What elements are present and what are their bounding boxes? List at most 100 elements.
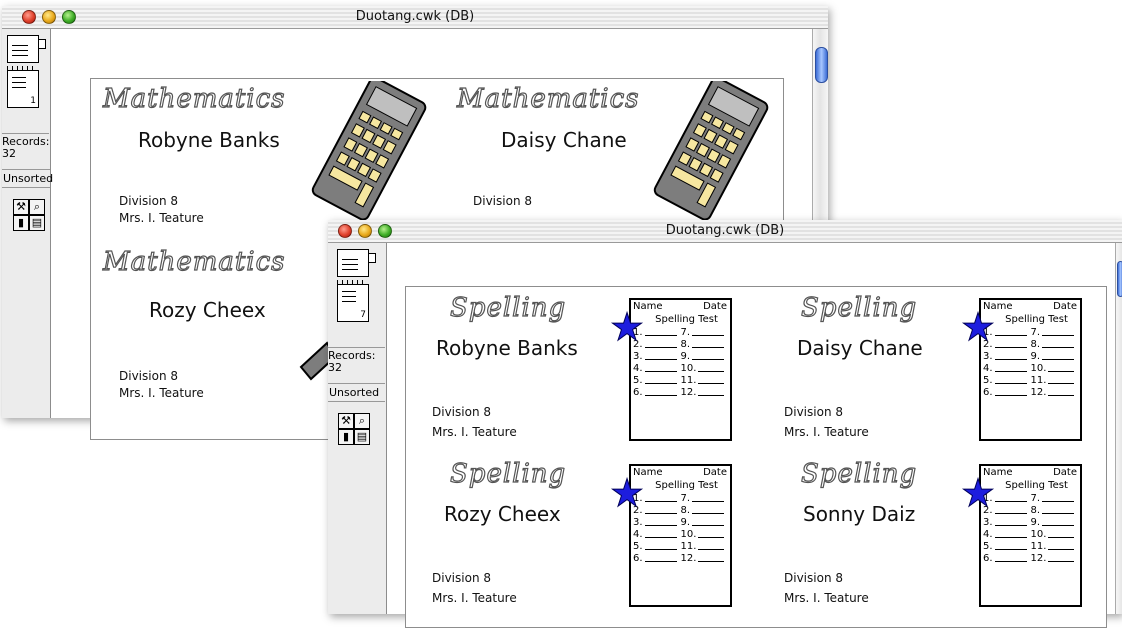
card-number: 9.	[1030, 517, 1041, 528]
vertical-scrollbar[interactable]	[1115, 243, 1122, 614]
star-icon: ★	[960, 473, 996, 515]
card-number: 5.	[633, 541, 643, 552]
card-number: 8.	[680, 505, 691, 516]
subject-title: Mathematics	[456, 83, 640, 114]
card-title: Spelling Test	[1005, 480, 1068, 491]
card-number: 12.	[1030, 553, 1047, 564]
tool-palette: ⚒ ⌕ ▮ ▤	[338, 413, 370, 445]
pages-icon[interactable]: ▤	[354, 429, 370, 445]
division-label: Division 8	[432, 571, 491, 585]
card-number: 9.	[680, 517, 691, 528]
card-number: 10.	[1030, 363, 1047, 374]
card-date-label: Date	[703, 467, 727, 478]
record-number: 7	[360, 310, 366, 320]
sort-status: Unsorted	[328, 383, 385, 402]
card-number: 4.	[983, 363, 993, 374]
card-title: Spelling Test	[655, 314, 718, 325]
records-count: Records: 32	[2, 133, 49, 160]
magnifier-icon[interactable]: ⌕	[29, 199, 45, 215]
student-name: Daisy Chane	[501, 128, 627, 152]
subject-title: Mathematics	[102, 246, 286, 277]
card-date-label: Date	[1053, 301, 1077, 312]
student-name: Robyne Banks	[436, 336, 578, 360]
teacher-label: Mrs. I. Teature	[432, 591, 517, 605]
card-title: Spelling Test	[1005, 314, 1068, 325]
card-number: 12.	[680, 387, 697, 398]
card-number: 5.	[633, 375, 643, 386]
teacher-label: Mrs. I. Teature	[119, 211, 204, 225]
scroll-thumb[interactable]	[1117, 261, 1122, 297]
tool-palette: ⚒ ⌕ ▮ ▤	[13, 199, 45, 231]
subject-title: Spelling	[449, 458, 567, 489]
student-name: Daisy Chane	[797, 336, 923, 360]
records-value: 32	[328, 361, 342, 374]
card-number: 11.	[680, 375, 697, 386]
student-name: Rozy Cheex	[149, 298, 266, 322]
card-number: 3.	[983, 517, 993, 528]
card-number: 5.	[983, 541, 993, 552]
layout-tool-icon[interactable]: ⚒	[338, 413, 354, 429]
spelling-test-card: Name Date Spelling Test 1. 7. 2. 8. 3. 9. 4.…	[629, 298, 732, 441]
teacher-label: Mrs. I. Teature	[432, 425, 517, 439]
teacher-label: Mrs. I. Teature	[119, 386, 204, 400]
card-number: 4.	[983, 529, 993, 540]
scroll-thumb[interactable]	[815, 47, 828, 83]
record-number: 1	[30, 96, 36, 106]
star-icon: ★	[609, 473, 645, 515]
record-book-icon[interactable]: 7	[337, 249, 376, 322]
teacher-label: Mrs. I. Teature	[784, 591, 869, 605]
division-label: Division 8	[119, 369, 178, 383]
card-number: 7.	[1030, 493, 1041, 504]
card-number: 8.	[1030, 339, 1041, 350]
back-titlebar[interactable]: Duotang.cwk (DB)	[2, 6, 828, 29]
division-label: Division 8	[432, 405, 491, 419]
card-number: 12.	[680, 553, 697, 564]
records-value: 32	[2, 147, 16, 160]
calculator-icon	[653, 81, 769, 221]
records-count: Records: 32	[328, 347, 385, 374]
card-number: 6.	[633, 387, 643, 398]
card-number: 6.	[983, 387, 993, 398]
student-name: Robyne Banks	[138, 128, 280, 152]
front-window: Duotang.cwk (DB) 7 Records: 32 Unsorted …	[328, 220, 1122, 628]
card-number: 3.	[633, 351, 643, 362]
card-number: 3.	[983, 351, 993, 362]
pages-icon[interactable]: ▤	[29, 215, 45, 231]
card-date-label: Date	[703, 301, 727, 312]
card-number: 8.	[1030, 505, 1041, 516]
card-number: 5.	[983, 375, 993, 386]
card-number: 6.	[983, 553, 993, 564]
sort-status: Unsorted	[2, 169, 53, 188]
subject-title: Mathematics	[102, 83, 286, 114]
subject-title: Spelling	[800, 458, 918, 489]
spelling-test-card: Name Date Spelling Test 1. 7. 2. 8. 3. 9. 4.…	[629, 464, 732, 607]
card-number: 6.	[633, 553, 643, 564]
card-number: 11.	[1030, 541, 1047, 552]
magnifier-icon[interactable]: ⌕	[354, 413, 370, 429]
layout-tool-icon[interactable]: ⚒	[13, 199, 29, 215]
card-number: 7.	[680, 493, 691, 504]
chart-icon[interactable]: ▮	[338, 429, 354, 445]
page-area: Spelling Robyne Banks Division 8 Mrs. I.…	[405, 286, 1107, 628]
card-title: Spelling Test	[655, 480, 718, 491]
card-number: 10.	[680, 363, 697, 374]
student-name: Rozy Cheex	[444, 502, 561, 526]
division-label: Division 8	[784, 571, 843, 585]
card-number: 11.	[680, 541, 697, 552]
star-icon: ★	[960, 307, 996, 349]
card-number: 9.	[680, 351, 691, 362]
record-book-icon[interactable]: 1	[7, 35, 46, 108]
card-date-label: Date	[1053, 467, 1077, 478]
card-number: 10.	[680, 529, 697, 540]
card-number: 8.	[680, 339, 691, 350]
front-titlebar[interactable]: Duotang.cwk (DB)	[328, 220, 1122, 243]
division-label: Division 8	[784, 405, 843, 419]
chart-icon[interactable]: ▮	[13, 215, 29, 231]
record-sidebar: 7 Records: 32 Unsorted ⚒ ⌕ ▮ ▤	[328, 243, 387, 614]
card-number: 9.	[1030, 351, 1041, 362]
window-title: Duotang.cwk (DB)	[355, 9, 475, 24]
card-number: 11.	[1030, 375, 1047, 386]
card-number: 3.	[633, 517, 643, 528]
record-sidebar: 1 Records: 32 Unsorted ⚒ ⌕ ▮ ▤	[2, 29, 53, 418]
card-number: 7.	[680, 327, 691, 338]
